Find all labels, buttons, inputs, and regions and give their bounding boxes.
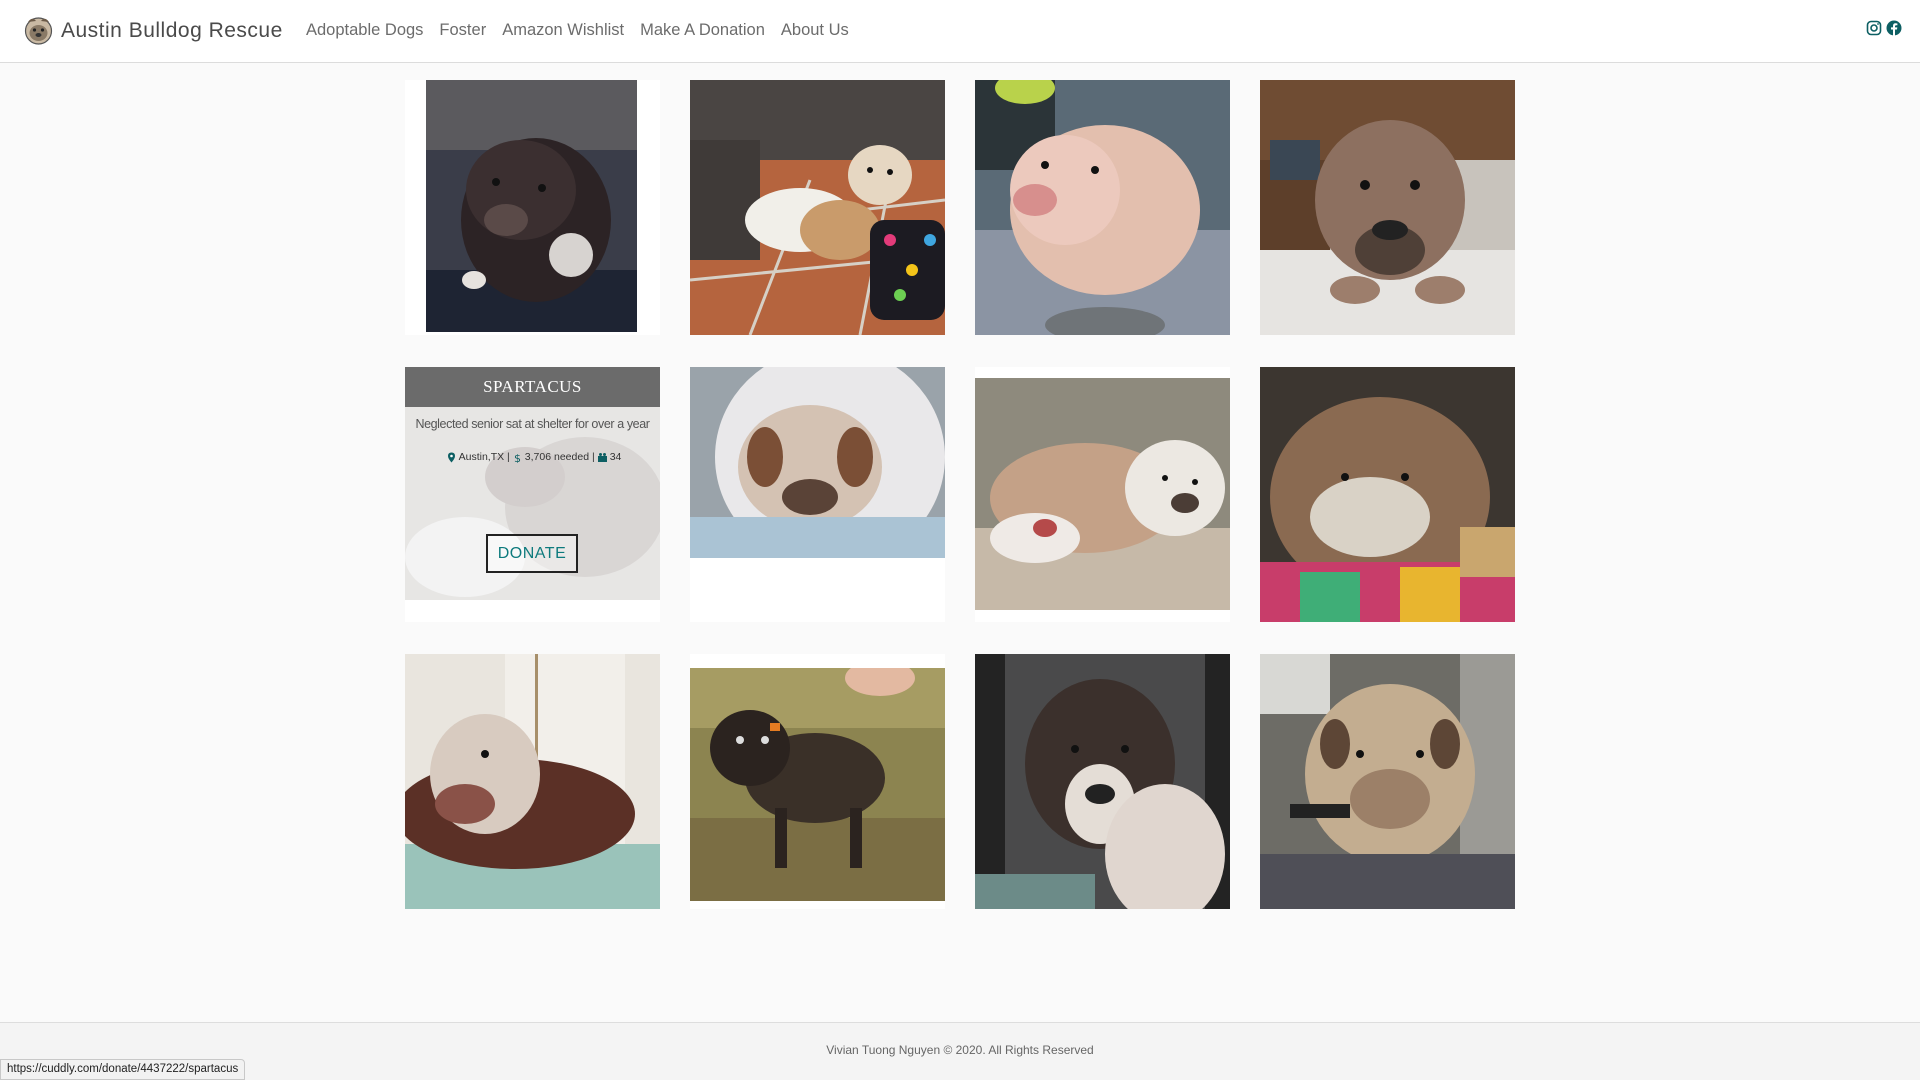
dog-card[interactable] (975, 367, 1230, 622)
dog-photo (690, 80, 945, 335)
dog-card[interactable] (405, 654, 660, 909)
dog-photo (405, 654, 660, 909)
dog-photo (975, 80, 1230, 335)
dog-card[interactable] (405, 80, 660, 335)
instagram-icon[interactable] (1866, 20, 1882, 36)
dog-card[interactable] (975, 654, 1230, 909)
dog-card[interactable] (690, 80, 945, 335)
copyright-text: Vivian Tuong Nguyen © 2020. All Rights R… (826, 1043, 1094, 1057)
bulldog-logo-icon (24, 17, 53, 45)
dog-photo (690, 367, 945, 558)
card-donor-count: 34 (609, 451, 622, 463)
nav-make-a-donation[interactable]: Make A Donation (640, 21, 765, 40)
dollar-icon: $ (514, 452, 521, 463)
facebook-icon[interactable] (1886, 20, 1902, 36)
browser-status-url: https://cuddly.com/donate/4437222/sparta… (0, 1059, 246, 1080)
nav-about-us[interactable]: About Us (781, 21, 849, 40)
dog-photo (1260, 654, 1515, 909)
dog-photo (426, 80, 637, 332)
dog-card[interactable] (1260, 654, 1515, 909)
dog-card[interactable] (1260, 80, 1515, 335)
dog-photo (975, 654, 1230, 909)
card-hover-overlay: SPARTACUS Neglected senior sat at shelte… (405, 367, 660, 600)
dog-photo (975, 378, 1230, 610)
donors-icon (597, 452, 607, 462)
nav-foster[interactable]: Foster (439, 21, 486, 40)
card-description: Neglected senior sat at shelter for over… (415, 417, 650, 431)
stats-separator: | (504, 451, 510, 463)
dog-photo (1260, 80, 1515, 335)
stats-separator: | (589, 451, 595, 463)
nav-adoptable-dogs[interactable]: Adoptable Dogs (306, 21, 423, 40)
dog-photo (690, 668, 945, 901)
dog-card[interactable] (690, 367, 945, 622)
map-pin-icon (447, 452, 455, 462)
main-nav: Adoptable Dogs Foster Amazon Wishlist Ma… (306, 21, 865, 40)
social-links (1862, 20, 1902, 36)
dog-card-spartacus[interactable]: SPARTACUS Neglected senior sat at shelte… (405, 367, 660, 622)
dog-card[interactable] (1260, 367, 1515, 622)
dog-card[interactable] (690, 654, 945, 909)
nav-amazon-wishlist[interactable]: Amazon Wishlist (502, 21, 624, 40)
card-location: Austin,TX (458, 451, 505, 463)
dog-card[interactable] (975, 80, 1230, 335)
svg-text:$: $ (514, 452, 521, 463)
card-amount-needed: 3,706 needed (524, 451, 590, 463)
dog-photo (1260, 367, 1515, 622)
brand-name: Austin Bulldog Rescue (61, 18, 283, 42)
brand-home-link[interactable]: Austin Bulldog Rescue (24, 14, 283, 47)
card-title: SPARTACUS (405, 367, 660, 407)
card-stats: Austin,TX | $ 3,706 needed | 34 (405, 451, 660, 463)
donate-button[interactable]: DONATE (486, 534, 578, 573)
top-navbar: Austin Bulldog Rescue Adoptable Dogs Fos… (0, 0, 1920, 63)
page-footer: Vivian Tuong Nguyen © 2020. All Rights R… (0, 1022, 1920, 1080)
